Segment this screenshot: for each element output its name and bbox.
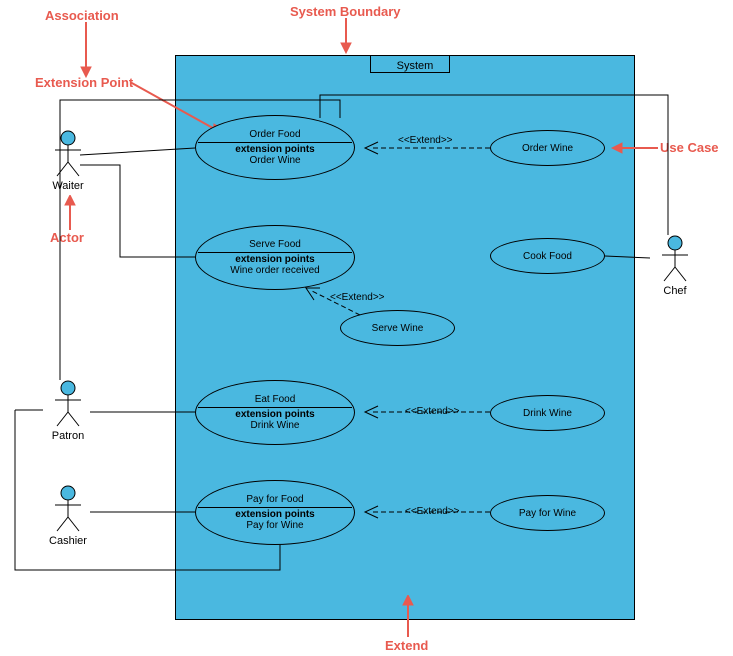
- diagram-canvas: System Association System Boundary Exten…: [0, 0, 733, 656]
- extend-paywine-payfood: [0, 0, 733, 656]
- extend-label-4: <<Extend>>: [405, 506, 460, 517]
